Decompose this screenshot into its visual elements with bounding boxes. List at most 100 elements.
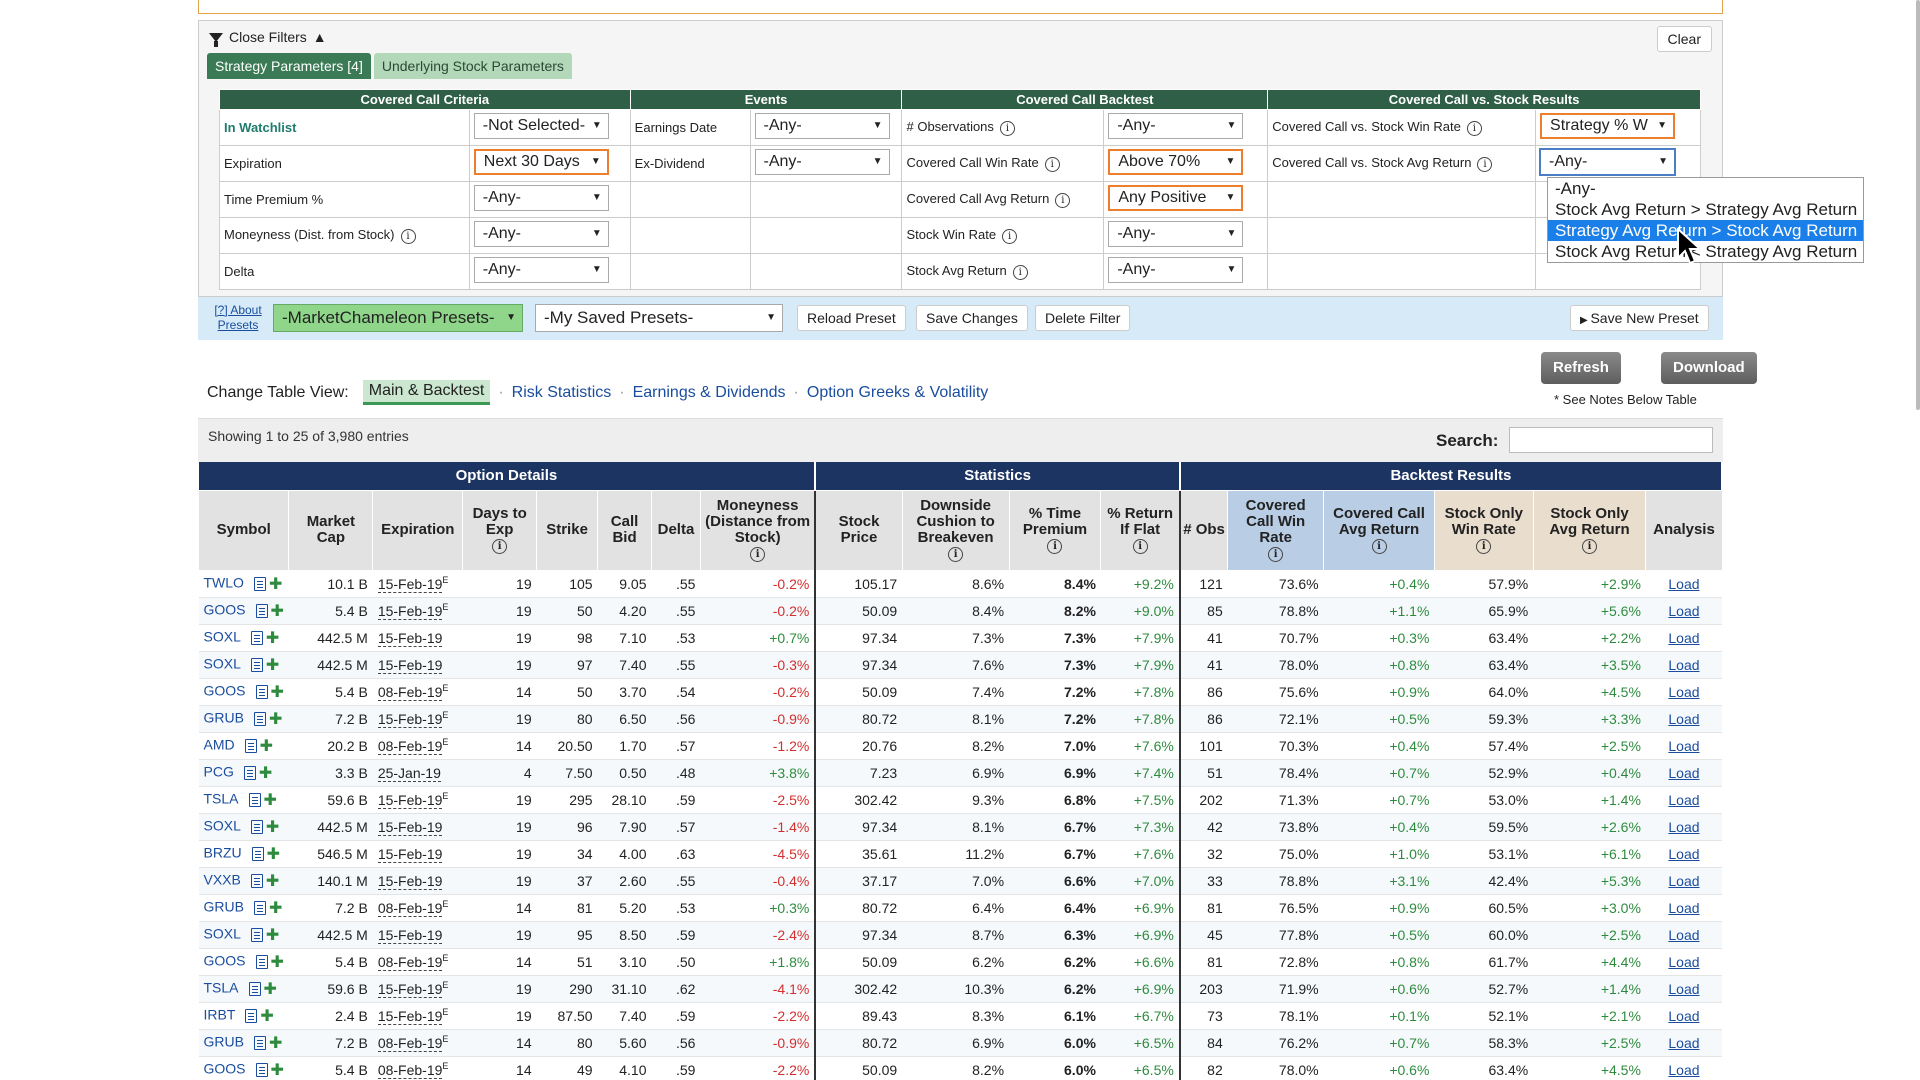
symbol-link[interactable]: BRZU <box>204 844 242 860</box>
column-header[interactable]: Days to Exp i <box>462 489 538 571</box>
save-new-preset-button[interactable]: ▶ Save New Preset <box>1570 305 1709 331</box>
load-link[interactable]: Load <box>1645 1002 1722 1030</box>
select-cc-avg-return[interactable]: Any Positive <box>1108 185 1244 211</box>
page-scrollbar[interactable] <box>1916 0 1920 410</box>
select-delta[interactable]: -Any- <box>473 257 609 283</box>
column-header[interactable]: Stock Only Avg Return i <box>1532 489 1647 571</box>
document-icon[interactable] <box>253 1035 266 1050</box>
document-icon[interactable] <box>245 1008 258 1023</box>
delete-filter-button[interactable]: Delete Filter <box>1035 305 1131 331</box>
load-link[interactable]: Load <box>1645 570 1722 598</box>
document-icon[interactable] <box>253 576 266 591</box>
my-saved-presets-select[interactable]: -My Saved Presets- <box>535 304 783 332</box>
document-icon[interactable] <box>255 1062 268 1077</box>
view-earnings-dividends[interactable]: Earnings & Dividends <box>633 384 786 402</box>
select-time-premium[interactable]: -Any- <box>473 185 609 211</box>
add-watchlist-icon[interactable]: ✚ <box>266 925 279 945</box>
load-link[interactable]: Load <box>1645 921 1722 949</box>
column-header[interactable]: # Obs <box>1179 489 1229 571</box>
info-icon[interactable]: i <box>1132 538 1148 554</box>
load-link[interactable]: Load <box>1645 624 1722 652</box>
add-watchlist-icon[interactable]: ✚ <box>269 1033 282 1053</box>
load-link[interactable]: Load <box>1645 1056 1722 1080</box>
add-watchlist-icon[interactable]: ✚ <box>264 979 277 999</box>
document-icon[interactable] <box>255 954 268 969</box>
info-icon[interactable]: i <box>1582 538 1598 554</box>
select-in-watchlist[interactable]: -Not Selected- <box>473 113 609 139</box>
symbol-link[interactable]: PCG <box>204 763 234 779</box>
info-icon[interactable]: i <box>1055 192 1071 208</box>
add-watchlist-icon[interactable]: ✚ <box>269 574 282 594</box>
tab-strategy-parameters[interactable]: Strategy Parameters [4] <box>207 53 371 79</box>
symbol-link[interactable]: GRUB <box>204 1033 244 1049</box>
load-link[interactable]: Load <box>1645 1029 1722 1057</box>
document-icon[interactable] <box>250 630 263 645</box>
load-link[interactable]: Load <box>1645 813 1722 841</box>
document-icon[interactable] <box>253 711 266 726</box>
load-link[interactable]: Load <box>1645 786 1722 814</box>
document-icon[interactable] <box>250 819 263 834</box>
add-watchlist-icon[interactable]: ✚ <box>266 817 279 837</box>
document-icon[interactable] <box>253 900 266 915</box>
close-filters-toggle[interactable]: Close Filters ▲ <box>209 29 327 47</box>
tab-underlying-stock-parameters[interactable]: Underlying Stock Parameters <box>373 53 572 79</box>
add-watchlist-icon[interactable]: ✚ <box>269 898 282 918</box>
add-watchlist-icon[interactable]: ✚ <box>271 952 284 972</box>
add-watchlist-icon[interactable]: ✚ <box>266 871 279 891</box>
column-header[interactable]: Stock Price <box>814 489 903 571</box>
symbol-link[interactable]: GOOS <box>204 1060 246 1076</box>
column-header[interactable]: Downside Cushion to Breakeven i <box>901 489 1010 571</box>
view-main-backtest[interactable]: Main & Backtest <box>362 380 491 405</box>
symbol-link[interactable]: SOXL <box>204 628 241 644</box>
column-header[interactable]: Moneyness (Distance from Stock) i <box>699 489 817 571</box>
symbol-link[interactable]: IRBT <box>204 1006 236 1022</box>
add-watchlist-icon[interactable]: ✚ <box>271 1060 284 1080</box>
document-icon[interactable] <box>255 684 268 699</box>
add-watchlist-icon[interactable]: ✚ <box>260 736 273 756</box>
refresh-button[interactable]: Refresh <box>1541 352 1621 384</box>
info-icon[interactable]: i <box>1044 156 1060 172</box>
info-icon[interactable]: i <box>1477 156 1493 172</box>
info-icon[interactable]: i <box>1476 538 1492 554</box>
add-watchlist-icon[interactable]: ✚ <box>267 844 280 864</box>
document-icon[interactable] <box>248 981 261 996</box>
add-watchlist-icon[interactable]: ✚ <box>259 763 272 783</box>
add-watchlist-icon[interactable]: ✚ <box>266 655 279 675</box>
info-icon[interactable]: i <box>948 546 964 562</box>
add-watchlist-icon[interactable]: ✚ <box>264 790 277 810</box>
column-header[interactable]: Strike <box>536 489 599 571</box>
info-icon[interactable]: i <box>400 228 416 244</box>
info-icon[interactable]: i <box>1047 538 1063 554</box>
select-cc-win-rate[interactable]: Above 70% <box>1108 149 1244 175</box>
load-link[interactable]: Load <box>1645 894 1722 922</box>
info-icon[interactable]: i <box>1371 538 1387 554</box>
add-watchlist-icon[interactable]: ✚ <box>271 601 284 621</box>
symbol-link[interactable]: GOOS <box>204 952 246 968</box>
symbol-link[interactable]: TSLA <box>204 979 239 995</box>
column-header[interactable]: % Return If Flat i <box>1100 489 1181 571</box>
select-moneyness[interactable]: -Any- <box>473 221 609 247</box>
view-option-greeks[interactable]: Option Greeks & Volatility <box>807 384 988 402</box>
symbol-link[interactable]: GRUB <box>204 709 244 725</box>
column-header[interactable]: Symbol <box>197 489 290 571</box>
download-button[interactable]: Download <box>1661 352 1757 384</box>
symbol-link[interactable]: TWLO <box>204 574 244 590</box>
column-header[interactable]: Analysis <box>1645 489 1723 571</box>
symbol-link[interactable]: SOXL <box>204 925 241 941</box>
info-icon[interactable]: i <box>1002 228 1018 244</box>
column-header[interactable]: Delta <box>651 489 701 571</box>
add-watchlist-icon[interactable]: ✚ <box>260 1006 273 1026</box>
add-watchlist-icon[interactable]: ✚ <box>266 628 279 648</box>
info-icon[interactable]: i <box>999 120 1015 136</box>
info-icon[interactable]: i <box>1012 264 1028 280</box>
info-icon[interactable]: i <box>492 538 508 554</box>
document-icon[interactable] <box>243 765 256 780</box>
symbol-link[interactable]: GOOS <box>204 682 246 698</box>
dropdown-option[interactable]: -Any- <box>1548 178 1863 199</box>
load-link[interactable]: Load <box>1645 948 1722 976</box>
load-link[interactable]: Load <box>1645 975 1722 1003</box>
select-expiration[interactable]: Next 30 Days <box>473 149 609 175</box>
symbol-link[interactable]: AMD <box>204 736 235 752</box>
symbol-link[interactable]: TSLA <box>204 790 239 806</box>
select-stock-win-rate[interactable]: -Any- <box>1108 221 1244 247</box>
